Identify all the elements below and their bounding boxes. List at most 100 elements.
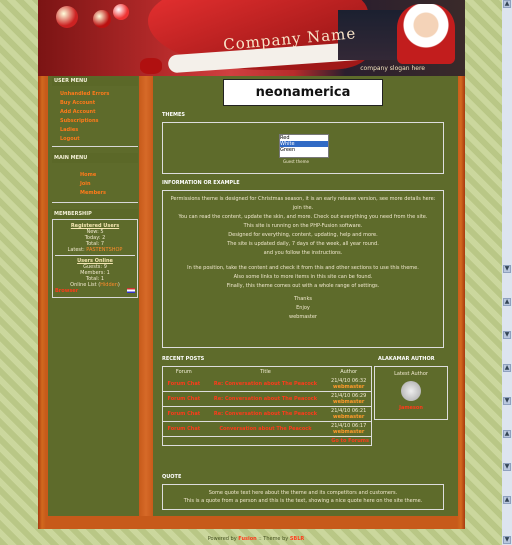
scroll-down-icon[interactable]: ▼ (503, 331, 511, 339)
sponsor-banner[interactable]: neonamerica (223, 79, 383, 106)
forum-link[interactable]: Forum Chat (162, 421, 205, 437)
col-author: Author (340, 369, 358, 375)
user-menu-item[interactable]: Subscriptions (60, 118, 138, 124)
latest-user-link[interactable]: PASTENTSHOP (86, 247, 122, 253)
user-menu-title: USER MENU (52, 76, 138, 86)
header-banner: Company Name company slogan here (38, 0, 465, 76)
topic-link[interactable]: Re: Conversation about The Peacock (204, 377, 327, 392)
info-line: Designed for everything, content, updati… (228, 232, 378, 238)
col-title: Title (260, 369, 271, 375)
recent-posts-section: RECENT POSTS Forum Title Author Forum Ch… (158, 350, 372, 446)
forum-link[interactable]: Forum Chat (162, 406, 205, 422)
scroll-down-icon[interactable]: ▼ (503, 536, 511, 544)
user-menu-item[interactable]: Unhandled Errors (60, 91, 138, 97)
author-link[interactable]: webmaster (328, 384, 369, 390)
company-slogan: company slogan here (360, 65, 425, 72)
info-line: You can read the content, update the ski… (178, 214, 428, 220)
theme-select[interactable]: Red White Green (279, 134, 329, 158)
user-menu-item[interactable]: Logout (60, 136, 138, 142)
theme-author-link[interactable]: SBLR (290, 536, 304, 542)
scroll-down-icon[interactable]: ▼ (503, 463, 511, 471)
closing-line: Thanks (294, 296, 312, 302)
theme-note: Guest theme (283, 159, 309, 164)
author-link[interactable]: Jameson (375, 405, 447, 411)
avatar (401, 381, 421, 401)
ornament-icon (56, 6, 78, 28)
recent-posts-table: Forum Title Author Forum Chat Re: Conver… (162, 366, 372, 446)
info-panel: Permissions theme is designed for Christ… (162, 190, 444, 348)
ornament-icon (93, 10, 111, 28)
sponsor-logo-text: neonamerica (255, 85, 351, 100)
user-menu-item[interactable]: Buy Account (60, 100, 138, 106)
powered-link[interactable]: Fusion (238, 536, 256, 542)
info-line: This site is running on the PHP-Fusion s… (243, 223, 363, 229)
user-menu-panel: USER MENU Unhandled Errors Buy Account A… (52, 76, 138, 147)
scroll-up-icon[interactable]: ▲ (503, 298, 511, 306)
go-to-forums-link[interactable]: Go to Forums (331, 438, 369, 444)
browser-label: Browser (55, 288, 79, 294)
table-row: Forum Chat Re: Conversation about The Pe… (162, 406, 372, 422)
membership-panel: MEMBERSHIP Registered Users New: 5 Today… (52, 209, 138, 298)
themes-panel: Red White Green Guest theme (162, 122, 444, 174)
main-menu-item[interactable]: Home (80, 172, 138, 178)
author-link[interactable]: webmaster (328, 414, 369, 420)
table-row: Forum Chat Conversation about The Peacoc… (162, 421, 372, 437)
quote-panel: Some quote text here about the theme and… (162, 484, 444, 510)
quote-line: This is a quote from a person and this i… (183, 498, 423, 504)
themes-title: THEMES (162, 112, 186, 118)
latest-label: Latest: (67, 247, 85, 253)
bow-icon (140, 58, 162, 74)
info-line: Also some links to more items in this si… (233, 274, 373, 280)
recent-posts-title: RECENT POSTS (162, 356, 205, 362)
table-row: Forum Chat Re: Conversation about The Pe… (162, 391, 372, 407)
scroll-up-icon[interactable]: ▲ (503, 0, 511, 8)
theme-prefix: Theme by (263, 536, 289, 542)
santa-image (397, 4, 455, 64)
main-menu-title: MAIN MENU (52, 153, 138, 163)
topic-link[interactable]: Re: Conversation about The Peacock (204, 406, 327, 422)
info-line: Permissions theme is designed for Christ… (170, 196, 436, 211)
author-section: ALAKAMAR AUTHOR Latest Author Jameson (374, 350, 448, 420)
forum-link[interactable]: Forum Chat (162, 391, 205, 407)
quote-line: Some quote text here about the theme and… (208, 490, 398, 496)
footer: Powered by Fusion :: Theme by SBLR (0, 536, 512, 542)
author-panel: Latest Author Jameson (374, 366, 448, 420)
col-forum: Forum (175, 369, 192, 375)
user-menu-item[interactable]: Add Account (60, 109, 138, 115)
left-sidebar: USER MENU Unhandled Errors Buy Account A… (52, 76, 138, 298)
footer-separator: :: (258, 536, 262, 542)
author-title: ALAKAMAR AUTHOR (378, 356, 435, 362)
table-row: Forum Chat Re: Conversation about The Pe… (162, 377, 372, 392)
topic-link[interactable]: Re: Conversation about The Peacock (204, 391, 327, 407)
info-line: Finally, this theme comes out with a who… (226, 283, 380, 289)
info-line: and you follow the instructions. (263, 250, 343, 256)
main-content: neonamerica THEMES Red White Green Guest… (158, 76, 448, 510)
powered-prefix: Powered by (207, 536, 237, 542)
scroll-up-icon[interactable]: ▲ (503, 430, 511, 438)
user-menu-item[interactable]: Ladies (60, 127, 138, 133)
scroll-down-icon[interactable]: ▼ (503, 397, 511, 405)
author-link[interactable]: webmaster (328, 399, 369, 405)
topic-link[interactable]: Conversation about The Peacock (204, 421, 327, 437)
info-line: In the position, take the content and ch… (187, 265, 419, 271)
author-link[interactable]: webmaster (328, 429, 369, 435)
closing-line: webmaster (289, 314, 317, 320)
scroll-up-icon[interactable]: ▲ (503, 364, 511, 372)
info-line: The site is updated daily, 7 days of the… (227, 241, 379, 247)
forum-link[interactable]: Forum Chat (162, 377, 205, 392)
info-title: INFORMATION OR EXAMPLE (162, 180, 240, 186)
scroll-down-icon[interactable]: ▼ (503, 265, 511, 273)
scroll-up-icon[interactable]: ▲ (503, 496, 511, 504)
main-menu-item[interactable]: Join (80, 181, 138, 187)
main-menu-item[interactable]: Members (80, 190, 138, 196)
closing-line: Enjoy (296, 305, 310, 311)
membership-title: MEMBERSHIP (52, 209, 138, 219)
theme-option[interactable]: Green (280, 147, 328, 153)
quote-title: QUOTE (162, 474, 182, 480)
main-menu-panel: MAIN MENU Home Join Members (52, 153, 138, 203)
column-divider (139, 76, 153, 516)
author-name: Latest Author (394, 371, 428, 377)
vertical-scrollbar[interactable]: ▲ ▼ ▲ ▼ ▲ ▼ ▲ ▼ ▲ ▼ (502, 0, 512, 545)
flag-icon (127, 288, 135, 293)
online-list-link[interactable]: Hidden (100, 282, 118, 288)
